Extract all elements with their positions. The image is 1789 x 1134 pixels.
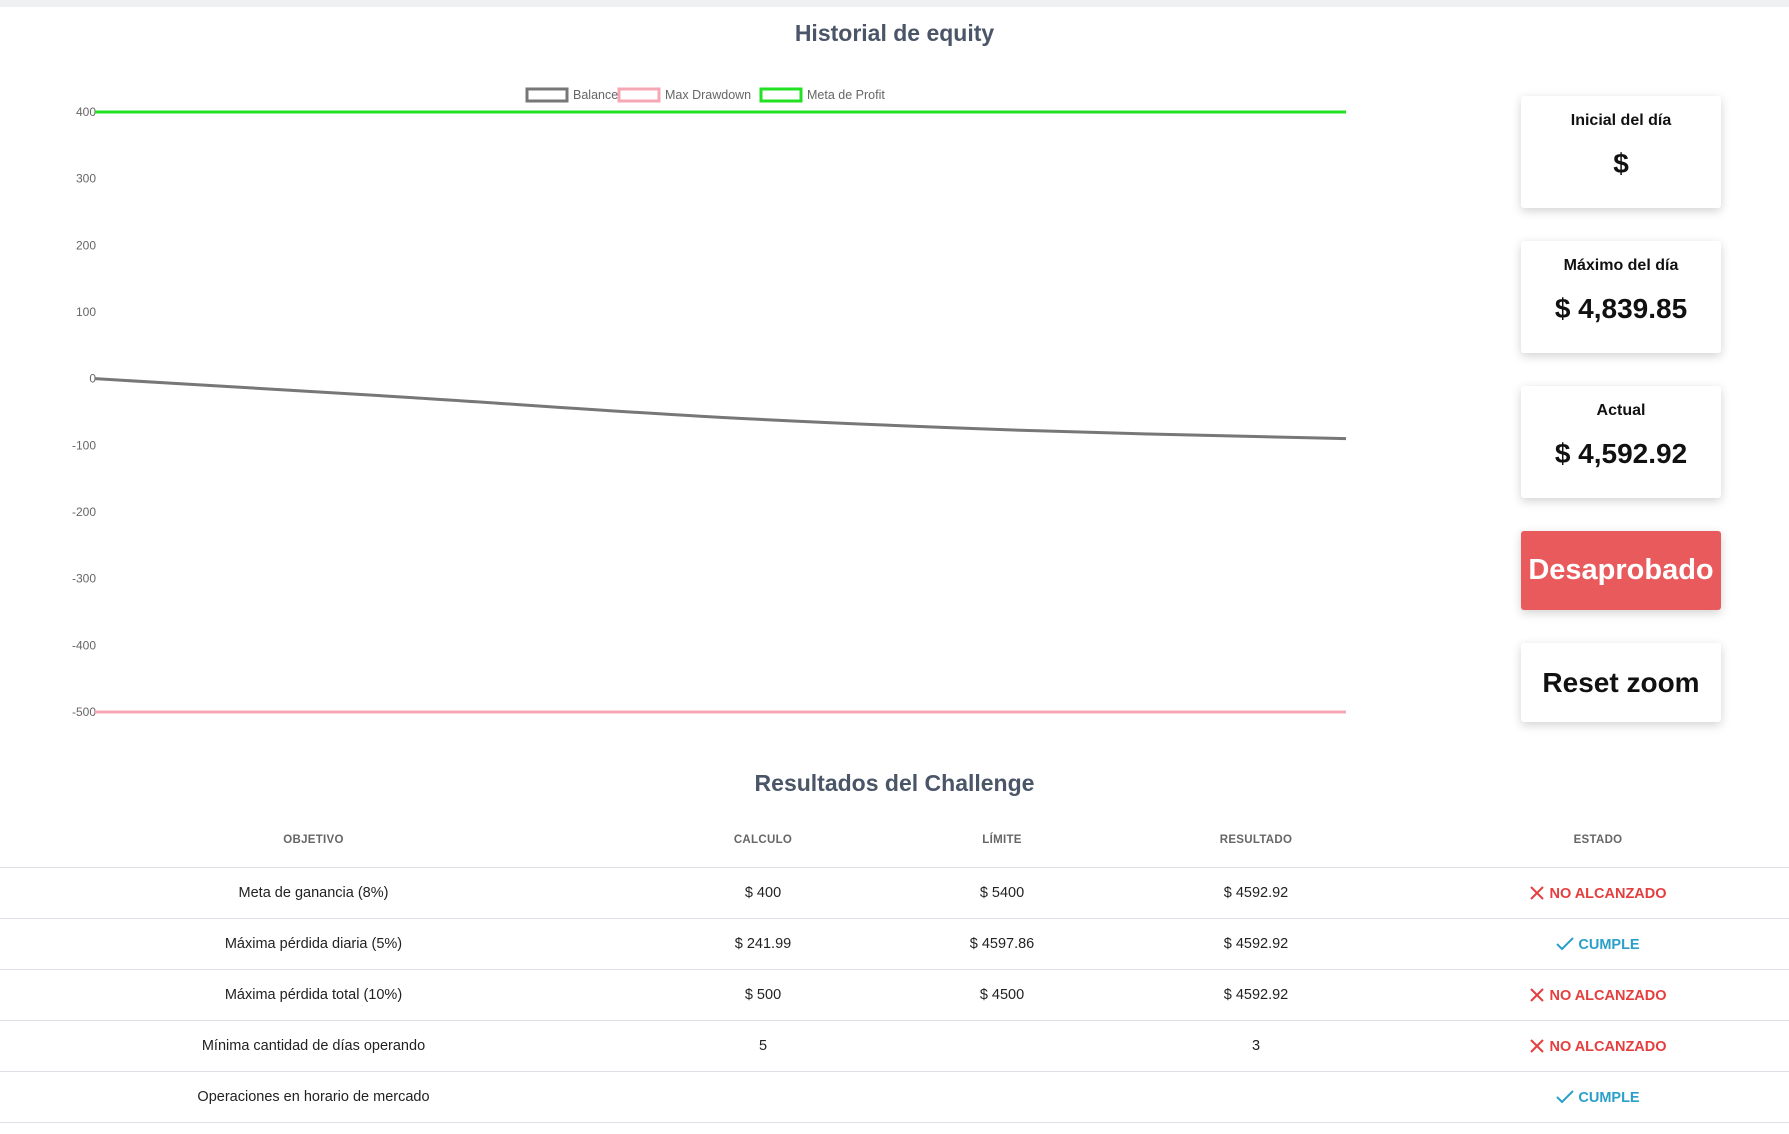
cell-calculo: $ 400 bbox=[627, 867, 899, 919]
y-tick-label: -200 bbox=[72, 505, 96, 519]
cell-limite: $ 4500 bbox=[899, 969, 1105, 1021]
header-estado: ESTADO bbox=[1407, 812, 1789, 868]
cell-limite: $ 4597.86 bbox=[899, 918, 1105, 970]
cell-objetivo: Operaciones en horario de mercado bbox=[0, 1071, 627, 1123]
cell-estado: NO ALCANZADO bbox=[1407, 1020, 1789, 1072]
table-header-row: OBJETIVO CALCULO LÍMITE RESULTADO ESTADO bbox=[0, 812, 1789, 868]
header-limite: LÍMITE bbox=[899, 812, 1105, 868]
card-actual: Actual $ 4,592.92 bbox=[1521, 386, 1721, 498]
cell-limite bbox=[899, 1020, 1105, 1072]
card-value: $ 4,839.85 bbox=[1554, 293, 1688, 324]
status-text: NO ALCANZADO bbox=[1549, 1038, 1667, 1055]
card-label: Actual bbox=[1596, 402, 1646, 419]
legend-swatch bbox=[759, 87, 803, 103]
x-icon bbox=[1530, 885, 1545, 900]
cell-limite bbox=[899, 1071, 1105, 1123]
chart-title: Historial de equity bbox=[794, 20, 995, 46]
table-row: Máxima pérdida total (10%) $ 500 $ 4500 … bbox=[0, 969, 1789, 1021]
equity-chart[interactable]: Balance Max Drawdown Meta de Profit 400 300… bbox=[0, 80, 1400, 740]
card-label: Inicial del día bbox=[1570, 112, 1672, 129]
legend-item-meta-de-profit[interactable]: Meta de Profit bbox=[759, 87, 885, 103]
legend-item-max-drawdown[interactable]: Max Drawdown bbox=[617, 87, 751, 103]
results-title: Resultados del Challenge bbox=[754, 770, 1035, 796]
header-resultado: RESULTADO bbox=[1105, 812, 1407, 868]
y-axis-ticks: 4003002001000-100-200-300-400-500 bbox=[72, 105, 96, 719]
status-pass: CUMPLE bbox=[1556, 936, 1640, 953]
status-not-reached: NO ALCANZADO bbox=[1529, 885, 1667, 902]
legend-swatch bbox=[525, 87, 569, 103]
y-tick-label: 200 bbox=[76, 238, 96, 252]
cell-objetivo: Máxima pérdida diaria (5%) bbox=[0, 918, 627, 970]
y-tick-label: -500 bbox=[72, 705, 96, 719]
cell-estado: CUMPLE bbox=[1407, 918, 1789, 970]
cell-calculo: $ 241.99 bbox=[627, 918, 899, 970]
legend-swatch bbox=[617, 87, 661, 103]
cell-resultado: $ 4592.92 bbox=[1105, 867, 1407, 919]
table-row: Mínima cantidad de días operando 5 3 NO … bbox=[0, 1020, 1789, 1072]
cell-calculo: $ 500 bbox=[627, 969, 899, 1021]
chart-series bbox=[94, 110, 1347, 714]
x-icon bbox=[1530, 987, 1545, 1002]
cell-objetivo: Máxima pérdida total (10%) bbox=[0, 969, 627, 1021]
cell-estado: CUMPLE bbox=[1407, 1071, 1789, 1123]
cell-estado: NO ALCANZADO bbox=[1407, 969, 1789, 1021]
cell-estado: NO ALCANZADO bbox=[1407, 867, 1789, 919]
status-desaprobado-button[interactable]: Desaprobado bbox=[1521, 531, 1721, 610]
top-bar bbox=[0, 0, 1789, 7]
reset-zoom-button[interactable]: Reset zoom bbox=[1521, 643, 1721, 722]
cell-resultado: $ 4592.92 bbox=[1105, 969, 1407, 1021]
status-pass: CUMPLE bbox=[1556, 1089, 1640, 1106]
table-row: Operaciones en horario de mercado CUMPLE bbox=[0, 1071, 1789, 1123]
card-value: $ 4,592.92 bbox=[1554, 438, 1688, 469]
header-objetivo: OBJETIVO bbox=[0, 812, 627, 868]
header-calculo: CALCULO bbox=[627, 812, 899, 868]
y-tick-label: 300 bbox=[76, 172, 96, 186]
card-inicial-del-dia: Inicial del día $ bbox=[1521, 96, 1721, 208]
table-row: Meta de ganancia (8%) $ 400 $ 5400 $ 459… bbox=[0, 867, 1789, 919]
card-label: Máximo del día bbox=[1563, 257, 1679, 274]
chart-legend[interactable]: Balance Max Drawdown Meta de Profit bbox=[525, 87, 885, 103]
y-tick-label: -300 bbox=[72, 572, 96, 586]
status-text: CUMPLE bbox=[1578, 936, 1640, 953]
cell-calculo bbox=[627, 1071, 899, 1123]
cell-resultado bbox=[1105, 1071, 1407, 1123]
legend-label: Meta de Profit bbox=[807, 88, 885, 102]
cell-resultado: $ 4592.92 bbox=[1105, 918, 1407, 970]
cell-objetivo: Mínima cantidad de días operando bbox=[0, 1020, 627, 1072]
cell-calculo: 5 bbox=[627, 1020, 899, 1072]
check-icon bbox=[1556, 936, 1575, 950]
x-icon bbox=[1530, 1038, 1545, 1053]
card-value: $ bbox=[1613, 148, 1629, 179]
check-icon bbox=[1556, 1089, 1575, 1103]
y-tick-label: 400 bbox=[76, 105, 96, 119]
y-tick-label: 100 bbox=[76, 305, 96, 319]
legend-label: Max Drawdown bbox=[665, 88, 751, 102]
cell-objetivo: Meta de ganancia (8%) bbox=[0, 867, 627, 919]
status-not-reached: NO ALCANZADO bbox=[1529, 987, 1667, 1004]
cell-limite: $ 5400 bbox=[899, 867, 1105, 919]
y-tick-label: -400 bbox=[72, 638, 96, 652]
results-table: OBJETIVO CALCULO LÍMITE RESULTADO ESTADO… bbox=[0, 812, 1789, 1123]
card-maximo-del-dia: Máximo del día $ 4,839.85 bbox=[1521, 241, 1721, 353]
status-text: NO ALCANZADO bbox=[1549, 885, 1667, 902]
series-line-balance bbox=[94, 377, 1347, 441]
legend-item-balance[interactable]: Balance bbox=[525, 87, 618, 103]
y-tick-label: -100 bbox=[72, 438, 96, 452]
legend-label: Balance bbox=[573, 88, 618, 102]
status-text: NO ALCANZADO bbox=[1549, 987, 1667, 1004]
status-not-reached: NO ALCANZADO bbox=[1529, 1038, 1667, 1055]
status-text: CUMPLE bbox=[1578, 1089, 1640, 1106]
cell-resultado: 3 bbox=[1105, 1020, 1407, 1072]
table-row: Máxima pérdida diaria (5%) $ 241.99 $ 45… bbox=[0, 918, 1789, 970]
